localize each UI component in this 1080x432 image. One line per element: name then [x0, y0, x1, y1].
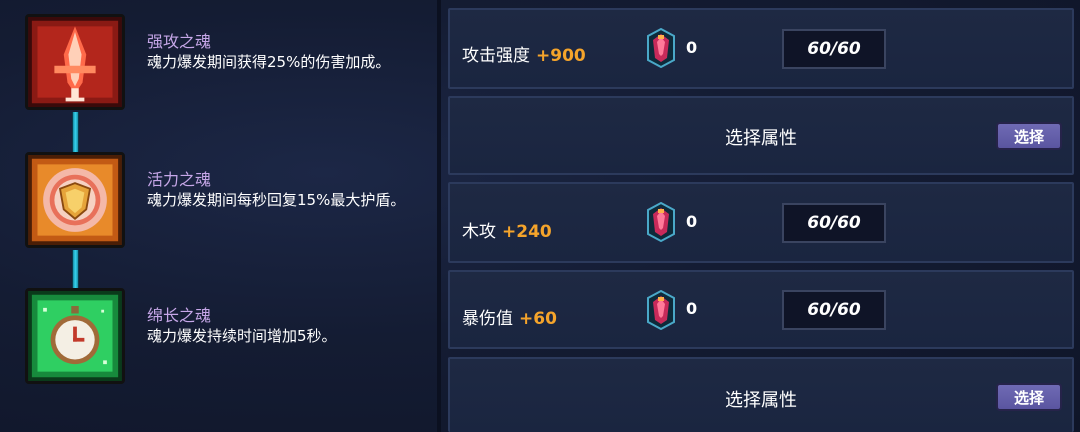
skill-name: 活力之魂	[147, 170, 212, 189]
skill-name: 强攻之魂	[147, 32, 212, 51]
soul-gem-icon	[647, 202, 675, 242]
panel-divider	[437, 0, 441, 432]
skill-description: 魂力爆发期间每秒回复15%最大护盾。	[147, 191, 406, 209]
select-button[interactable]: 选择	[996, 122, 1062, 150]
gem-count: 0	[686, 38, 698, 57]
gem-count: 0	[686, 212, 698, 231]
soul-gem-icon	[647, 28, 675, 68]
select-button[interactable]: 选择	[996, 383, 1062, 411]
select-attribute-text: 选择属性	[725, 128, 797, 149]
skill-description: 魂力爆发持续时间增加5秒。	[147, 327, 337, 345]
soul-gem-icon	[647, 290, 675, 330]
attribute-name: 木攻	[462, 222, 496, 242]
attribute-progress: 60/60	[782, 29, 886, 69]
attribute-slot[interactable]: 攻击强度 +900 0 60/60	[448, 8, 1074, 89]
attribute-name: 暴伤值	[462, 309, 513, 329]
attribute-bonus: +900	[536, 46, 586, 66]
gem-count: 0	[686, 299, 698, 318]
attribute-label: 木攻 +240	[462, 217, 552, 242]
skill-connector	[72, 112, 79, 154]
duration-soul-icon[interactable]	[25, 288, 125, 384]
attribute-slot[interactable]: 暴伤值 +60 0 60/60	[448, 270, 1074, 349]
attack-soul-icon[interactable]	[25, 14, 125, 110]
skill-description: 魂力爆发期间获得25%的伤害加成。	[147, 53, 391, 71]
attribute-label: 暴伤值 +60	[462, 304, 557, 329]
attribute-slot-empty[interactable]: 选择属性 选择	[448, 96, 1074, 175]
soul-skill-tree: 强攻之魂 魂力爆发期间获得25%的伤害加成。 活力之魂 魂力爆发期间每秒回复15…	[0, 0, 437, 432]
skill-connector	[72, 250, 79, 292]
attribute-bonus: +60	[519, 309, 557, 329]
attribute-slot[interactable]: 木攻 +240 0 60/60	[448, 182, 1074, 263]
attribute-bonus: +240	[502, 222, 552, 242]
skill-name: 绵长之魂	[147, 306, 212, 325]
vitality-soul-icon[interactable]	[25, 152, 125, 248]
attribute-progress: 60/60	[782, 203, 886, 243]
attribute-slot-empty[interactable]: 选择属性 选择	[448, 357, 1074, 432]
attribute-label: 攻击强度 +900	[462, 41, 586, 66]
attribute-name: 攻击强度	[462, 46, 530, 66]
attribute-progress: 60/60	[782, 290, 886, 330]
select-attribute-text: 选择属性	[725, 390, 797, 411]
